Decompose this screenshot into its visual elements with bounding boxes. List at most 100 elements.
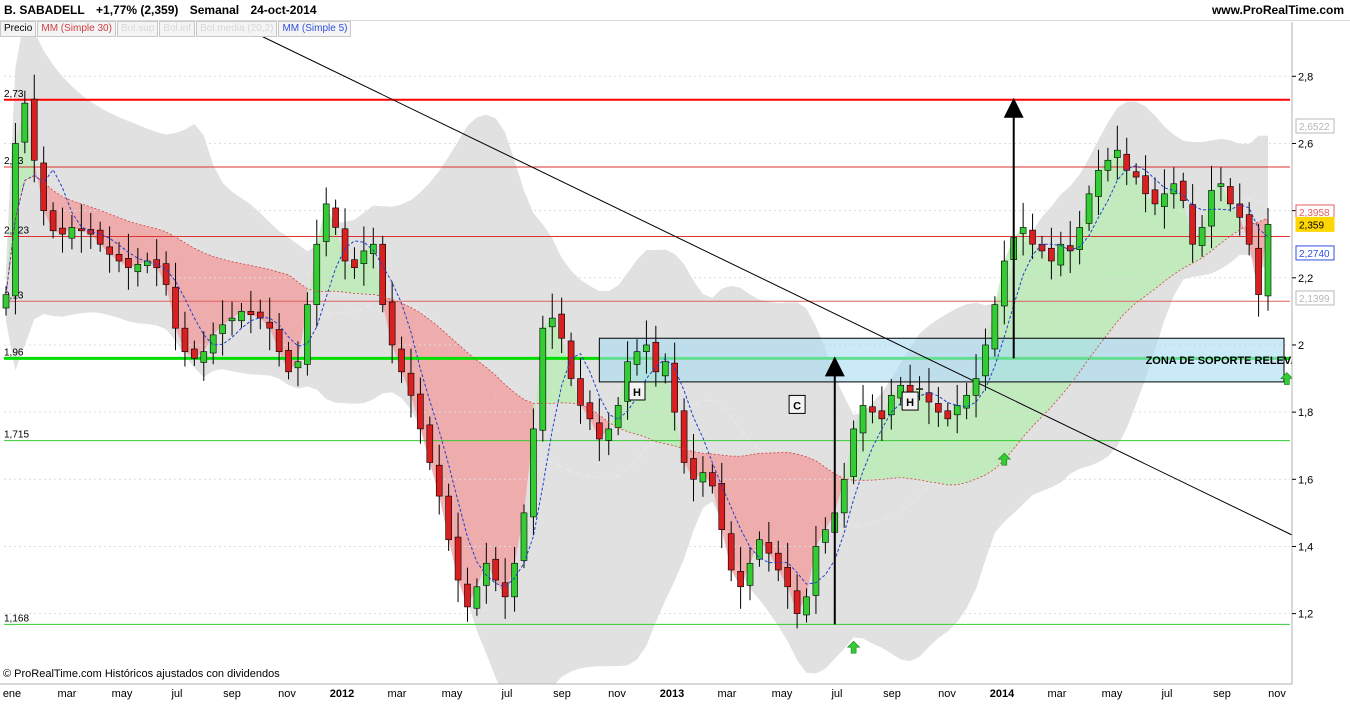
x-tick-label: sep	[223, 688, 241, 700]
candle-body	[577, 378, 584, 406]
candle-body	[40, 162, 47, 211]
candle-body	[765, 542, 773, 554]
candle-body	[59, 227, 66, 235]
candle-body	[219, 324, 226, 334]
candle-body	[285, 350, 292, 373]
ma30-cloud-segment	[232, 261, 242, 319]
candle-body	[793, 590, 801, 614]
date-label: 24-oct-2014	[250, 3, 317, 17]
candle-body	[125, 258, 132, 269]
candle-body	[304, 304, 311, 365]
candle-body	[341, 228, 349, 262]
candle-body	[68, 227, 76, 239]
candle-body	[520, 512, 528, 561]
candle-body	[784, 566, 791, 588]
candle-body	[756, 539, 763, 560]
candle-body	[228, 317, 236, 322]
candle-body	[906, 384, 914, 393]
candle-body	[2, 294, 10, 309]
candle-body	[1057, 243, 1065, 266]
candle-body	[379, 243, 387, 305]
candle-body	[115, 253, 123, 262]
ma30-cloud-segment	[1126, 170, 1137, 312]
ma30-cloud-segment	[1154, 193, 1165, 289]
candle-body	[464, 583, 471, 608]
right-value-label: 2,359	[1299, 220, 1324, 231]
candle-body	[162, 263, 170, 285]
x-tick-label: may	[112, 688, 133, 700]
candle-body	[209, 334, 217, 354]
price-chart: 2,732,532,3232,131,961,7151,168 ZONA DE …	[0, 0, 1350, 705]
level-label: 2,73	[4, 89, 24, 100]
candle-body	[699, 472, 707, 483]
candle-body	[351, 259, 358, 269]
candle-body	[548, 317, 556, 328]
ma30-cloud-segment	[928, 402, 939, 484]
ma30-cloud-segment	[1041, 250, 1052, 417]
site-label[interactable]: www.ProRealTime.com	[1212, 0, 1344, 20]
x-tick-label: jul	[1160, 688, 1172, 700]
candle-body	[567, 340, 575, 379]
legend-item-ma30[interactable]: MM (Simple 30)	[37, 21, 116, 37]
candle-body	[1255, 247, 1262, 295]
x-tick-label: ene	[3, 688, 21, 700]
indicator-legend: Precio MM (Simple 30) Bol.sup Bol.inf Bol.me…	[0, 21, 352, 37]
candle-body	[266, 321, 274, 329]
candle-body	[332, 207, 339, 228]
candle-body	[1142, 175, 1149, 195]
x-tick-label: mar	[718, 688, 737, 700]
candle-body	[709, 472, 716, 487]
candle-body	[445, 495, 452, 541]
candle-body	[1132, 171, 1140, 178]
x-tick-label: mar	[58, 688, 77, 700]
candle-body	[313, 243, 321, 305]
candle-body	[1208, 190, 1215, 227]
y-tick-label: 1,2	[1298, 609, 1313, 621]
x-tick-label: 2012	[330, 688, 354, 700]
candle-body	[652, 341, 660, 373]
right-value-label: 2,6522	[1299, 122, 1330, 133]
ma30-cloud-segment	[486, 367, 496, 581]
x-tick-label: mar	[388, 688, 407, 700]
candle-body	[925, 392, 933, 403]
ma30-cloud-segment	[797, 453, 807, 614]
ma30-cloud-segment	[222, 259, 233, 325]
candle-body	[586, 402, 594, 420]
candle-body	[1048, 247, 1055, 262]
pattern-label: C	[793, 400, 801, 412]
candle-body	[944, 410, 952, 420]
ma30-cloud-segment	[1136, 177, 1146, 303]
legend-item-bol-sup[interactable]: Bol.sup	[116, 21, 159, 37]
x-tick-label: jul	[830, 688, 842, 700]
candle-body	[398, 348, 405, 373]
candle-body	[322, 203, 330, 242]
legend-item-ma5[interactable]: MM (Simple 5)	[278, 21, 352, 37]
ma30-cloud-segment	[1107, 150, 1118, 334]
candle-body	[238, 311, 245, 322]
candle-body	[746, 562, 754, 586]
x-tick-label: may	[772, 688, 793, 700]
candle-body	[840, 478, 848, 514]
legend-item-price[interactable]: Precio	[0, 21, 37, 37]
candle-body	[605, 428, 613, 441]
candle-body	[916, 388, 923, 390]
candle-body	[737, 571, 744, 588]
legend-item-bol-inf[interactable]: Bol.inf	[159, 21, 196, 37]
ma30-cloud-segment	[71, 200, 82, 231]
candle-body	[388, 301, 396, 346]
candle-body	[1217, 183, 1225, 187]
candle-body	[1170, 183, 1178, 195]
x-tick-label: 2014	[990, 688, 1015, 700]
candle-body	[812, 546, 820, 596]
ma30-cloud-segment	[1032, 244, 1042, 427]
candle-body	[200, 351, 208, 363]
x-tick-label: may	[1102, 688, 1123, 700]
legend-item-bol-media[interactable]: Bol.media (20,2)	[196, 21, 278, 37]
ma30-cloud-segment	[260, 267, 270, 329]
candle-body	[671, 362, 678, 413]
candle-body	[558, 313, 565, 339]
candle-body	[191, 348, 198, 359]
ma30-cloud-segment	[759, 452, 769, 554]
pattern-label: H	[906, 397, 914, 409]
x-tick-label: nov	[1268, 688, 1286, 700]
